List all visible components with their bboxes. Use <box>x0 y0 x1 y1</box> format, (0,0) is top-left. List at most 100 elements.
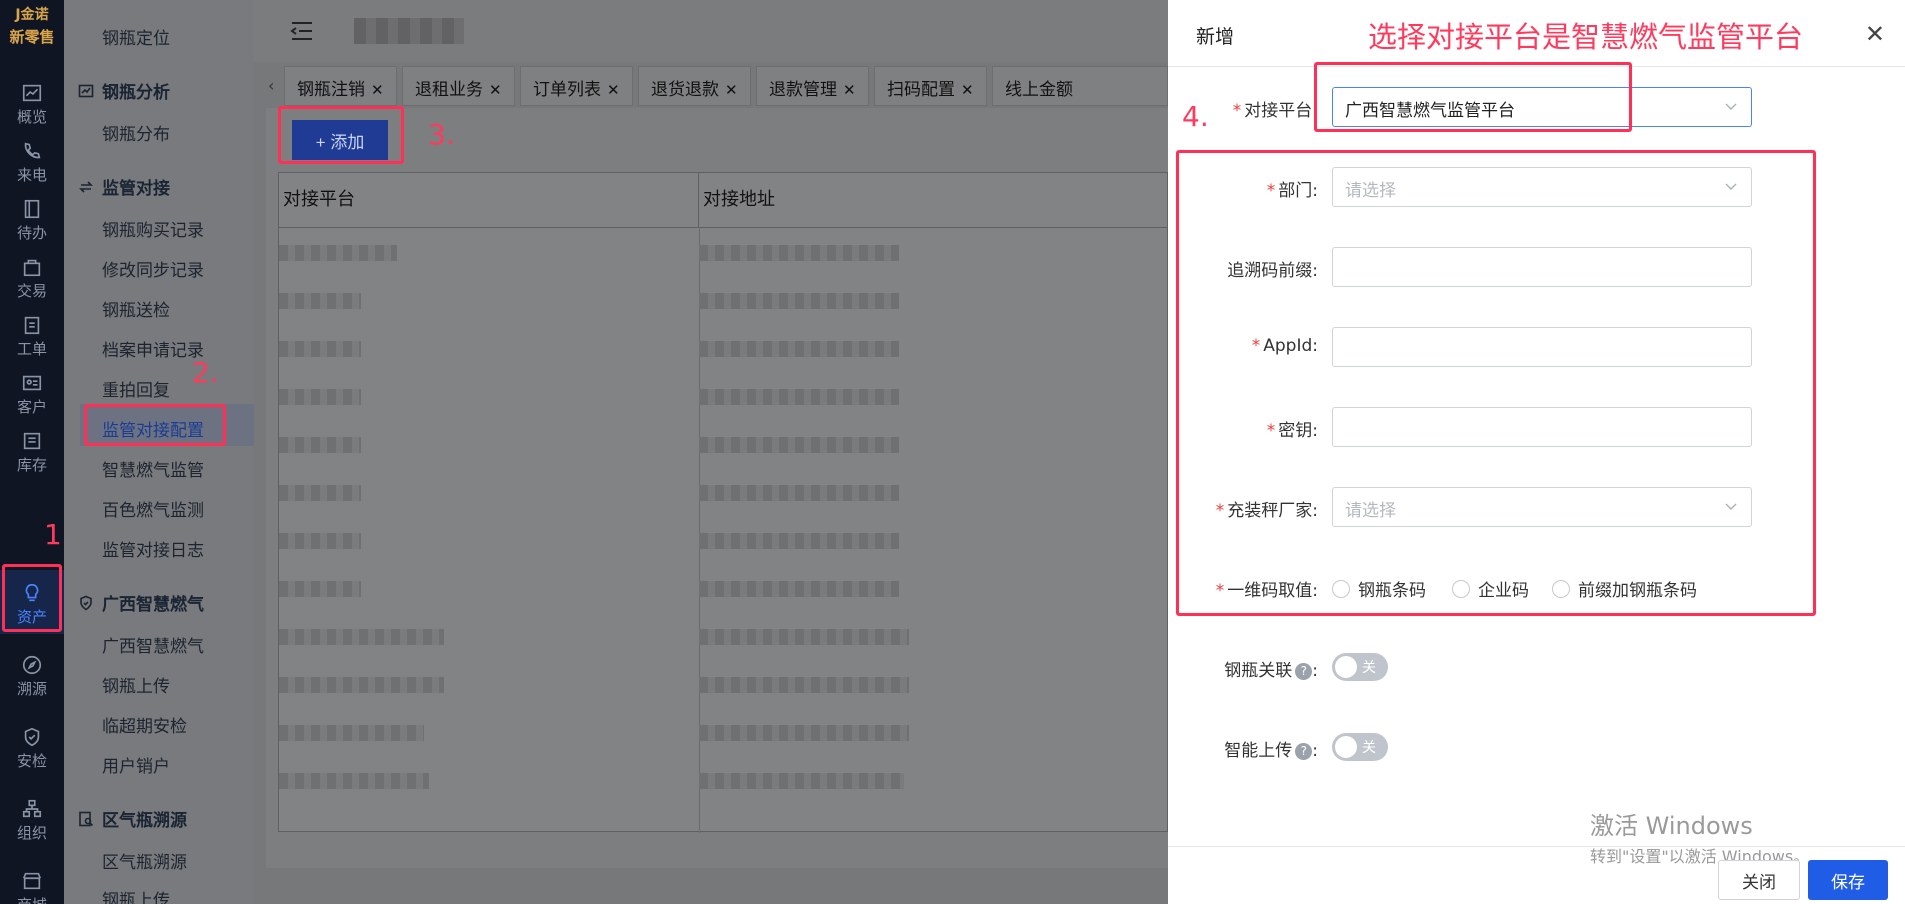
submenu-item[interactable]: 钢瓶分布 <box>102 120 170 145</box>
submenu-item[interactable]: 监管对接日志 <box>102 536 204 561</box>
rail-item-workorder[interactable]: 工单 <box>0 302 64 364</box>
annotation-number: 2. <box>192 356 219 389</box>
config-table: 对接平台 对接地址 <box>278 172 1169 833</box>
rail-item-calls[interactable]: 来电 <box>0 128 64 190</box>
tab-scroll-left-icon[interactable]: ‹ <box>268 76 274 95</box>
table-row[interactable] <box>279 617 1169 657</box>
header-divider <box>279 227 1169 228</box>
tab[interactable]: 扫码配置 ✕ <box>874 66 987 106</box>
rail-item-todo[interactable]: 待办 <box>0 186 64 248</box>
rail-item-overview[interactable]: 概览 <box>0 70 64 132</box>
search-doc-icon <box>79 811 94 826</box>
submenu-item[interactable]: 钢瓶购买记录 <box>102 216 204 241</box>
rail-item-inventory[interactable]: 库存 <box>0 418 64 480</box>
chevron-down-icon <box>1725 103 1737 110</box>
column-header: 对接地址 <box>703 189 775 210</box>
submenu-item[interactable]: 区气瓶溯源 <box>102 848 187 873</box>
shop-icon <box>22 872 42 890</box>
submenu-item[interactable]: 钢瓶上传 <box>102 886 170 904</box>
submenu-item[interactable]: 百色燃气监测 <box>102 496 204 521</box>
annotation-box <box>1176 150 1816 616</box>
cylinder-link-switch[interactable]: 关 <box>1332 653 1388 681</box>
close-icon[interactable]: ✕ <box>725 81 738 99</box>
menu-fold-icon[interactable] <box>290 20 314 42</box>
table-row[interactable] <box>279 473 1169 513</box>
content-panel: + 添加 对接平台 对接地址 <box>266 108 1169 868</box>
submenu-item[interactable]: 修改同步记录 <box>102 256 204 281</box>
tab[interactable]: 退货退款 ✕ <box>638 66 751 106</box>
icon-rail: J金诺 新零售 概览 来电 待办 交易 工单 客户 库存 资产 溯源 安检 组织 <box>0 0 64 904</box>
windows-watermark: 激活 Windows 转到"设置"以激活 Windows。 <box>1590 812 1810 866</box>
annotation-box <box>1314 62 1632 132</box>
close-icon[interactable]: ✕ <box>489 81 502 99</box>
column-header: 对接平台 <box>279 173 699 227</box>
smart-upload-switch[interactable]: 关 <box>1332 733 1388 761</box>
annotation-number: 3. <box>428 118 455 151</box>
close-icon[interactable]: ✕ <box>961 81 974 99</box>
table-row[interactable] <box>279 521 1169 561</box>
table-row[interactable] <box>279 665 1169 705</box>
field-label: 钢瓶关联?: <box>1224 661 1318 681</box>
submenu-group-guangxi[interactable]: 广西智慧燃气 <box>78 590 204 615</box>
submenu-group-supervision[interactable]: 监管对接 <box>78 174 170 199</box>
close-icon[interactable]: ✕ <box>607 81 620 99</box>
close-icon[interactable]: ✕ <box>1865 20 1885 48</box>
org-icon <box>22 799 42 818</box>
close-button[interactable]: 关闭 <box>1718 860 1800 900</box>
table-row[interactable] <box>279 329 1169 369</box>
submenu-group-district-trace[interactable]: 区气瓶溯源 <box>78 806 187 831</box>
rail-item-org[interactable]: 组织 <box>0 786 64 848</box>
table-row[interactable] <box>279 569 1169 609</box>
clipboard-icon <box>24 316 40 335</box>
help-icon[interactable]: ? <box>1295 663 1313 680</box>
tab[interactable]: 订单列表 ✕ <box>520 66 633 106</box>
table-row[interactable] <box>279 713 1169 753</box>
blurred-title <box>354 18 464 44</box>
help-icon[interactable]: ? <box>1295 743 1313 760</box>
swap-icon <box>79 180 93 193</box>
book-icon <box>24 199 40 219</box>
annotation-box <box>278 106 404 164</box>
save-button[interactable]: 保存 <box>1808 860 1888 900</box>
tab[interactable]: 退款管理 ✕ <box>756 66 869 106</box>
submenu-item[interactable]: 用户销户 <box>102 752 170 777</box>
close-icon[interactable]: ✕ <box>371 81 384 99</box>
submenu-item[interactable]: 钢瓶定位 <box>102 24 170 49</box>
chart-icon <box>22 84 42 102</box>
submenu-item[interactable]: 临超期安检 <box>102 712 187 737</box>
submenu-item[interactable]: 档案申请记录 <box>102 336 204 361</box>
annotation-number: 1 <box>44 518 62 551</box>
rail-item-inspection[interactable]: 安检 <box>0 714 64 776</box>
rail-item-trade[interactable]: 交易 <box>0 244 64 306</box>
submenu-item[interactable]: 智慧燃气监管 <box>102 456 204 481</box>
shield-icon <box>80 595 92 610</box>
table-row[interactable] <box>279 281 1169 321</box>
phone-icon <box>24 142 41 159</box>
annotation-number: 4. <box>1182 100 1209 133</box>
rail-item-trace[interactable]: 溯源 <box>0 642 64 704</box>
sub-menu: 钢瓶定位 钢瓶分析 钢瓶分布 监管对接 钢瓶购买记录 修改同步记录 钢瓶送检 档… <box>64 0 254 904</box>
submenu-item[interactable]: 钢瓶送检 <box>102 296 170 321</box>
bag-icon <box>23 259 41 277</box>
rail-item-customer[interactable]: 客户 <box>0 360 64 422</box>
submenu-group-cylinder-analysis[interactable]: 钢瓶分析 <box>78 78 170 103</box>
table-row[interactable] <box>279 761 1169 801</box>
table-row[interactable] <box>279 425 1169 465</box>
annotation-box <box>84 404 226 446</box>
compass-icon <box>22 655 42 675</box>
submenu-item[interactable]: 重拍回复 <box>102 376 170 401</box>
shield-icon <box>24 727 40 747</box>
rail-item-shop[interactable]: 商城 <box>0 858 64 904</box>
tab[interactable]: 钢瓶注销 ✕ <box>284 66 397 106</box>
tab[interactable]: 线上金额 <box>992 66 1168 106</box>
tab-bar: ‹ 钢瓶注销 ✕ 退租业务 ✕ 订单列表 ✕ 退货退款 ✕ 退款管理 ✕ 扫码配置 ✕ 线上… <box>262 66 1168 106</box>
table-row[interactable] <box>279 233 1169 273</box>
tab[interactable]: 退租业务 ✕ <box>402 66 515 106</box>
footer-divider <box>1168 846 1905 847</box>
submenu-item[interactable]: 广西智慧燃气 <box>102 632 204 657</box>
close-icon[interactable]: ✕ <box>843 81 856 99</box>
chart-icon <box>78 84 94 97</box>
submenu-item[interactable]: 钢瓶上传 <box>102 672 170 697</box>
table-row[interactable] <box>279 377 1169 417</box>
annotation-box <box>2 564 62 632</box>
